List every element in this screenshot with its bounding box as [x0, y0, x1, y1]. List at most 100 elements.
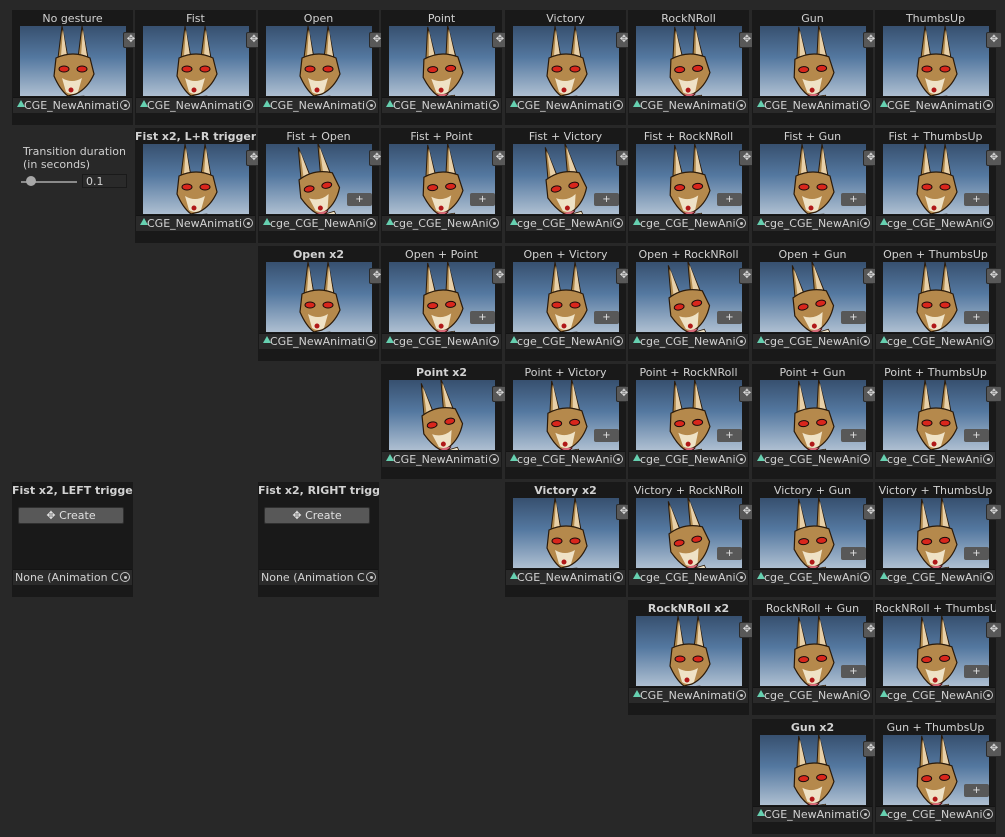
animation-clip-field[interactable]: cge_CGE_NewAni	[753, 687, 872, 703]
animation-clip-field[interactable]: cge_CGE_NewAni	[506, 451, 625, 467]
animation-clip-field[interactable]: cge_CGE_NewAni	[876, 451, 995, 467]
add-button[interactable]: +	[964, 665, 989, 678]
move-icon[interactable]: ✥	[986, 741, 1002, 757]
object-picker-icon[interactable]	[860, 572, 870, 582]
add-button[interactable]: +	[841, 665, 866, 678]
transition-duration-input[interactable]: 0.1	[82, 174, 127, 188]
object-picker-icon[interactable]	[120, 100, 130, 110]
animation-clip-field[interactable]: CGE_NewAnimatio	[876, 97, 995, 113]
object-picker-icon[interactable]	[983, 690, 993, 700]
object-picker-icon[interactable]	[983, 809, 993, 819]
object-picker-icon[interactable]	[366, 572, 376, 582]
object-picker-icon[interactable]	[983, 454, 993, 464]
object-picker-icon[interactable]	[983, 572, 993, 582]
add-button[interactable]: +	[964, 311, 989, 324]
object-picker-icon[interactable]	[243, 218, 253, 228]
object-picker-icon[interactable]	[736, 454, 746, 464]
add-button[interactable]: +	[470, 193, 495, 206]
animation-clip-field[interactable]: cge_CGE_NewAni	[753, 215, 872, 231]
add-button[interactable]: +	[594, 193, 619, 206]
animation-clip-field[interactable]: cge_CGE_NewAni	[876, 569, 995, 585]
animation-clip-field[interactable]: CGE_NewAnimatio	[753, 806, 872, 822]
object-picker-icon[interactable]	[613, 336, 623, 346]
animation-clip-field[interactable]: CGE_NewAnimatio	[136, 215, 255, 231]
create-button[interactable]: ✥ Create	[264, 507, 370, 524]
animation-clip-field[interactable]: cge_CGE_NewAni	[382, 215, 501, 231]
animation-clip-field[interactable]: CGE_NewAnimatio	[259, 97, 378, 113]
object-picker-icon[interactable]	[366, 336, 376, 346]
animation-clip-field[interactable]: CGE_NewAnimatio	[506, 97, 625, 113]
add-button[interactable]: +	[594, 429, 619, 442]
object-picker-icon[interactable]	[489, 218, 499, 228]
animation-clip-field[interactable]: cge_CGE_NewAni	[753, 333, 872, 349]
object-picker-icon[interactable]	[860, 336, 870, 346]
object-picker-icon[interactable]	[613, 100, 623, 110]
animation-clip-field[interactable]: cge_CGE_NewAni	[629, 451, 748, 467]
add-button[interactable]: +	[964, 784, 989, 797]
object-picker-icon[interactable]	[736, 336, 746, 346]
move-icon[interactable]: ✥	[986, 150, 1002, 166]
animation-clip-field[interactable]: cge_CGE_NewAni	[753, 451, 872, 467]
animation-clip-field[interactable]: None (Animation Clip	[13, 569, 132, 585]
move-icon[interactable]: ✥	[986, 268, 1002, 284]
animation-clip-field[interactable]: CGE_NewAnimatio	[506, 569, 625, 585]
animation-clip-field[interactable]: cge_CGE_NewAni	[753, 569, 872, 585]
object-picker-icon[interactable]	[489, 100, 499, 110]
animation-clip-field[interactable]: cge_CGE_NewAni	[629, 215, 748, 231]
add-button[interactable]: +	[717, 547, 742, 560]
animation-clip-field[interactable]: CGE_NewAnimatio	[13, 97, 132, 113]
animation-clip-field[interactable]: cge_CGE_NewAni	[629, 333, 748, 349]
object-picker-icon[interactable]	[489, 454, 499, 464]
object-picker-icon[interactable]	[983, 100, 993, 110]
object-picker-icon[interactable]	[120, 572, 130, 582]
add-button[interactable]: +	[964, 429, 989, 442]
object-picker-icon[interactable]	[983, 336, 993, 346]
add-button[interactable]: +	[841, 193, 866, 206]
animation-clip-field[interactable]: None (Animation Clip	[259, 569, 378, 585]
animation-clip-field[interactable]: cge_CGE_NewAni	[876, 806, 995, 822]
add-button[interactable]: +	[717, 193, 742, 206]
animation-clip-field[interactable]: CGE_NewAnimatio	[382, 451, 501, 467]
animation-clip-field[interactable]: cge_CGE_NewAni	[382, 333, 501, 349]
move-icon[interactable]: ✥	[986, 386, 1002, 402]
add-button[interactable]: +	[841, 547, 866, 560]
add-button[interactable]: +	[717, 311, 742, 324]
animation-clip-field[interactable]: CGE_NewAnimatio	[629, 687, 748, 703]
object-picker-icon[interactable]	[736, 100, 746, 110]
object-picker-icon[interactable]	[860, 809, 870, 819]
add-button[interactable]: +	[594, 311, 619, 324]
move-icon[interactable]: ✥	[986, 622, 1002, 638]
object-picker-icon[interactable]	[860, 690, 870, 700]
add-button[interactable]: +	[717, 429, 742, 442]
animation-clip-field[interactable]: CGE_NewAnimatio	[629, 97, 748, 113]
add-button[interactable]: +	[964, 547, 989, 560]
object-picker-icon[interactable]	[860, 218, 870, 228]
object-picker-icon[interactable]	[736, 218, 746, 228]
move-icon[interactable]: ✥	[986, 504, 1002, 520]
create-button[interactable]: ✥ Create	[18, 507, 124, 524]
object-picker-icon[interactable]	[860, 454, 870, 464]
animation-clip-field[interactable]: cge_CGE_NewAni	[876, 333, 995, 349]
object-picker-icon[interactable]	[366, 100, 376, 110]
animation-clip-field[interactable]: cge_CGE_NewAni	[506, 215, 625, 231]
add-button[interactable]: +	[964, 193, 989, 206]
animation-clip-field[interactable]: CGE_NewAnimatio	[753, 97, 872, 113]
transition-slider-handle[interactable]	[25, 176, 36, 186]
animation-clip-field[interactable]: cge_CGE_NewAni	[629, 569, 748, 585]
animation-clip-field[interactable]: CGE_NewAnimatio	[136, 97, 255, 113]
object-picker-icon[interactable]	[860, 100, 870, 110]
animation-clip-field[interactable]: cge_CGE_NewAni	[876, 687, 995, 703]
animation-clip-field[interactable]: cge_CGE_NewAni	[259, 215, 378, 231]
object-picker-icon[interactable]	[613, 454, 623, 464]
object-picker-icon[interactable]	[366, 218, 376, 228]
animation-clip-field[interactable]: CGE_NewAnimatio	[382, 97, 501, 113]
animation-clip-field[interactable]: cge_CGE_NewAni	[506, 333, 625, 349]
object-picker-icon[interactable]	[736, 690, 746, 700]
object-picker-icon[interactable]	[613, 572, 623, 582]
add-button[interactable]: +	[841, 429, 866, 442]
animation-clip-field[interactable]: CGE_NewAnimatio	[259, 333, 378, 349]
add-button[interactable]: +	[347, 193, 372, 206]
object-picker-icon[interactable]	[613, 218, 623, 228]
object-picker-icon[interactable]	[243, 100, 253, 110]
add-button[interactable]: +	[841, 311, 866, 324]
